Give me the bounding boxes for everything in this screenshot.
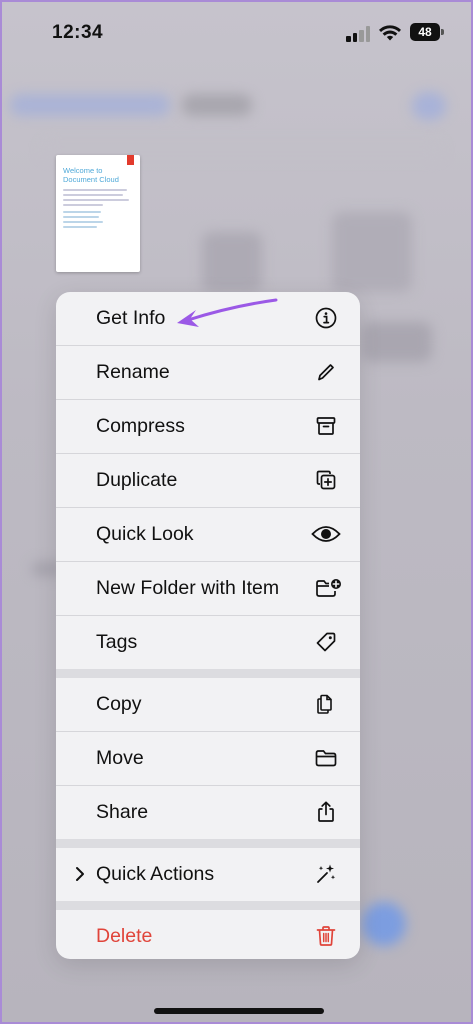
trash-icon xyxy=(316,926,336,946)
menu-item-label: Get Info xyxy=(96,307,166,329)
menu-item-copy[interactable]: Copy xyxy=(56,678,360,731)
share-icon xyxy=(318,801,334,822)
menu-item-label: Copy xyxy=(96,693,142,715)
menu-item-label: Tags xyxy=(96,631,138,653)
menu-item-quick-actions[interactable]: Quick Actions xyxy=(56,848,360,901)
menu-item-label: Move xyxy=(96,747,144,769)
thumbnail-title: Welcome to Document Cloud xyxy=(63,166,119,184)
thumbnail-text-line xyxy=(63,194,123,196)
blurred-background-shape xyxy=(332,212,412,292)
menu-item-label: Quick Look xyxy=(96,523,194,545)
menu-item-label: Duplicate xyxy=(96,469,178,491)
tag-icon xyxy=(316,632,336,652)
blurred-background-shape xyxy=(412,92,446,120)
menu-item-duplicate[interactable]: Duplicate xyxy=(56,454,360,507)
menu-item-label: Delete xyxy=(96,925,153,947)
blurred-background-shape xyxy=(362,902,406,946)
menu-item-move[interactable]: Move xyxy=(56,732,360,785)
menu-group-divider xyxy=(56,901,360,910)
document-thumbnail[interactable]: Welcome to Document Cloud xyxy=(56,155,140,272)
blurred-background-shape xyxy=(362,322,432,362)
blurred-background-shape xyxy=(10,94,170,116)
battery-cap xyxy=(441,29,444,35)
archive-box-icon xyxy=(316,417,336,435)
blurred-background-shape xyxy=(182,94,252,116)
status-bar: 12:34 48 xyxy=(2,2,471,62)
menu-item-label: New Folder with Item xyxy=(96,577,280,599)
screen-frame: 12:34 48 Welcome to Document Cloud Get I… xyxy=(0,0,473,1024)
menu-group-divider xyxy=(56,839,360,848)
menu-item-share[interactable]: Share xyxy=(56,786,360,839)
chevron-right-icon xyxy=(76,867,84,881)
annotation-arrow-icon xyxy=(177,298,278,327)
menu-group-divider xyxy=(56,669,360,678)
menu-item-new-folder-with-item[interactable]: New Folder with Item xyxy=(56,562,360,615)
thumbnail-text-line xyxy=(63,226,97,228)
thumbnail-text-line xyxy=(63,204,103,206)
thumbnail-text-line xyxy=(63,189,127,191)
menu-item-label: Quick Actions xyxy=(96,863,215,885)
menu-item-label: Compress xyxy=(96,415,185,437)
menu-item-tags[interactable]: Tags xyxy=(56,616,360,669)
eye-icon xyxy=(311,526,341,542)
duplicate-icon xyxy=(316,470,336,490)
menu-item-delete[interactable]: Delete xyxy=(56,910,360,959)
thumbnail-text-line xyxy=(63,199,129,201)
menu-item-label: Share xyxy=(96,801,149,823)
menu-item-label: Rename xyxy=(96,361,170,383)
context-menu: Get Info Rename Compress Duplicate Quick… xyxy=(56,292,360,959)
thumbnail-text-line xyxy=(63,216,99,218)
battery-icon: 48 xyxy=(410,23,440,41)
home-indicator[interactable] xyxy=(154,1008,324,1014)
folder-plus-icon xyxy=(316,579,341,597)
info-icon xyxy=(315,307,337,329)
thumbnail-text-line xyxy=(63,211,101,213)
blurred-background-shape xyxy=(202,232,262,292)
sparkles-icon xyxy=(317,864,336,883)
wifi-icon xyxy=(379,25,401,41)
pencil-icon xyxy=(318,364,334,381)
menu-item-quick-look[interactable]: Quick Look xyxy=(56,508,360,561)
pdf-badge xyxy=(127,155,134,165)
status-time: 12:34 xyxy=(52,22,104,43)
menu-item-rename[interactable]: Rename xyxy=(56,346,360,399)
folder-icon xyxy=(315,750,337,767)
cellular-signal-icon xyxy=(346,24,372,42)
copy-icon xyxy=(317,694,332,714)
menu-item-compress[interactable]: Compress xyxy=(56,400,360,453)
thumbnail-text-line xyxy=(63,221,103,223)
